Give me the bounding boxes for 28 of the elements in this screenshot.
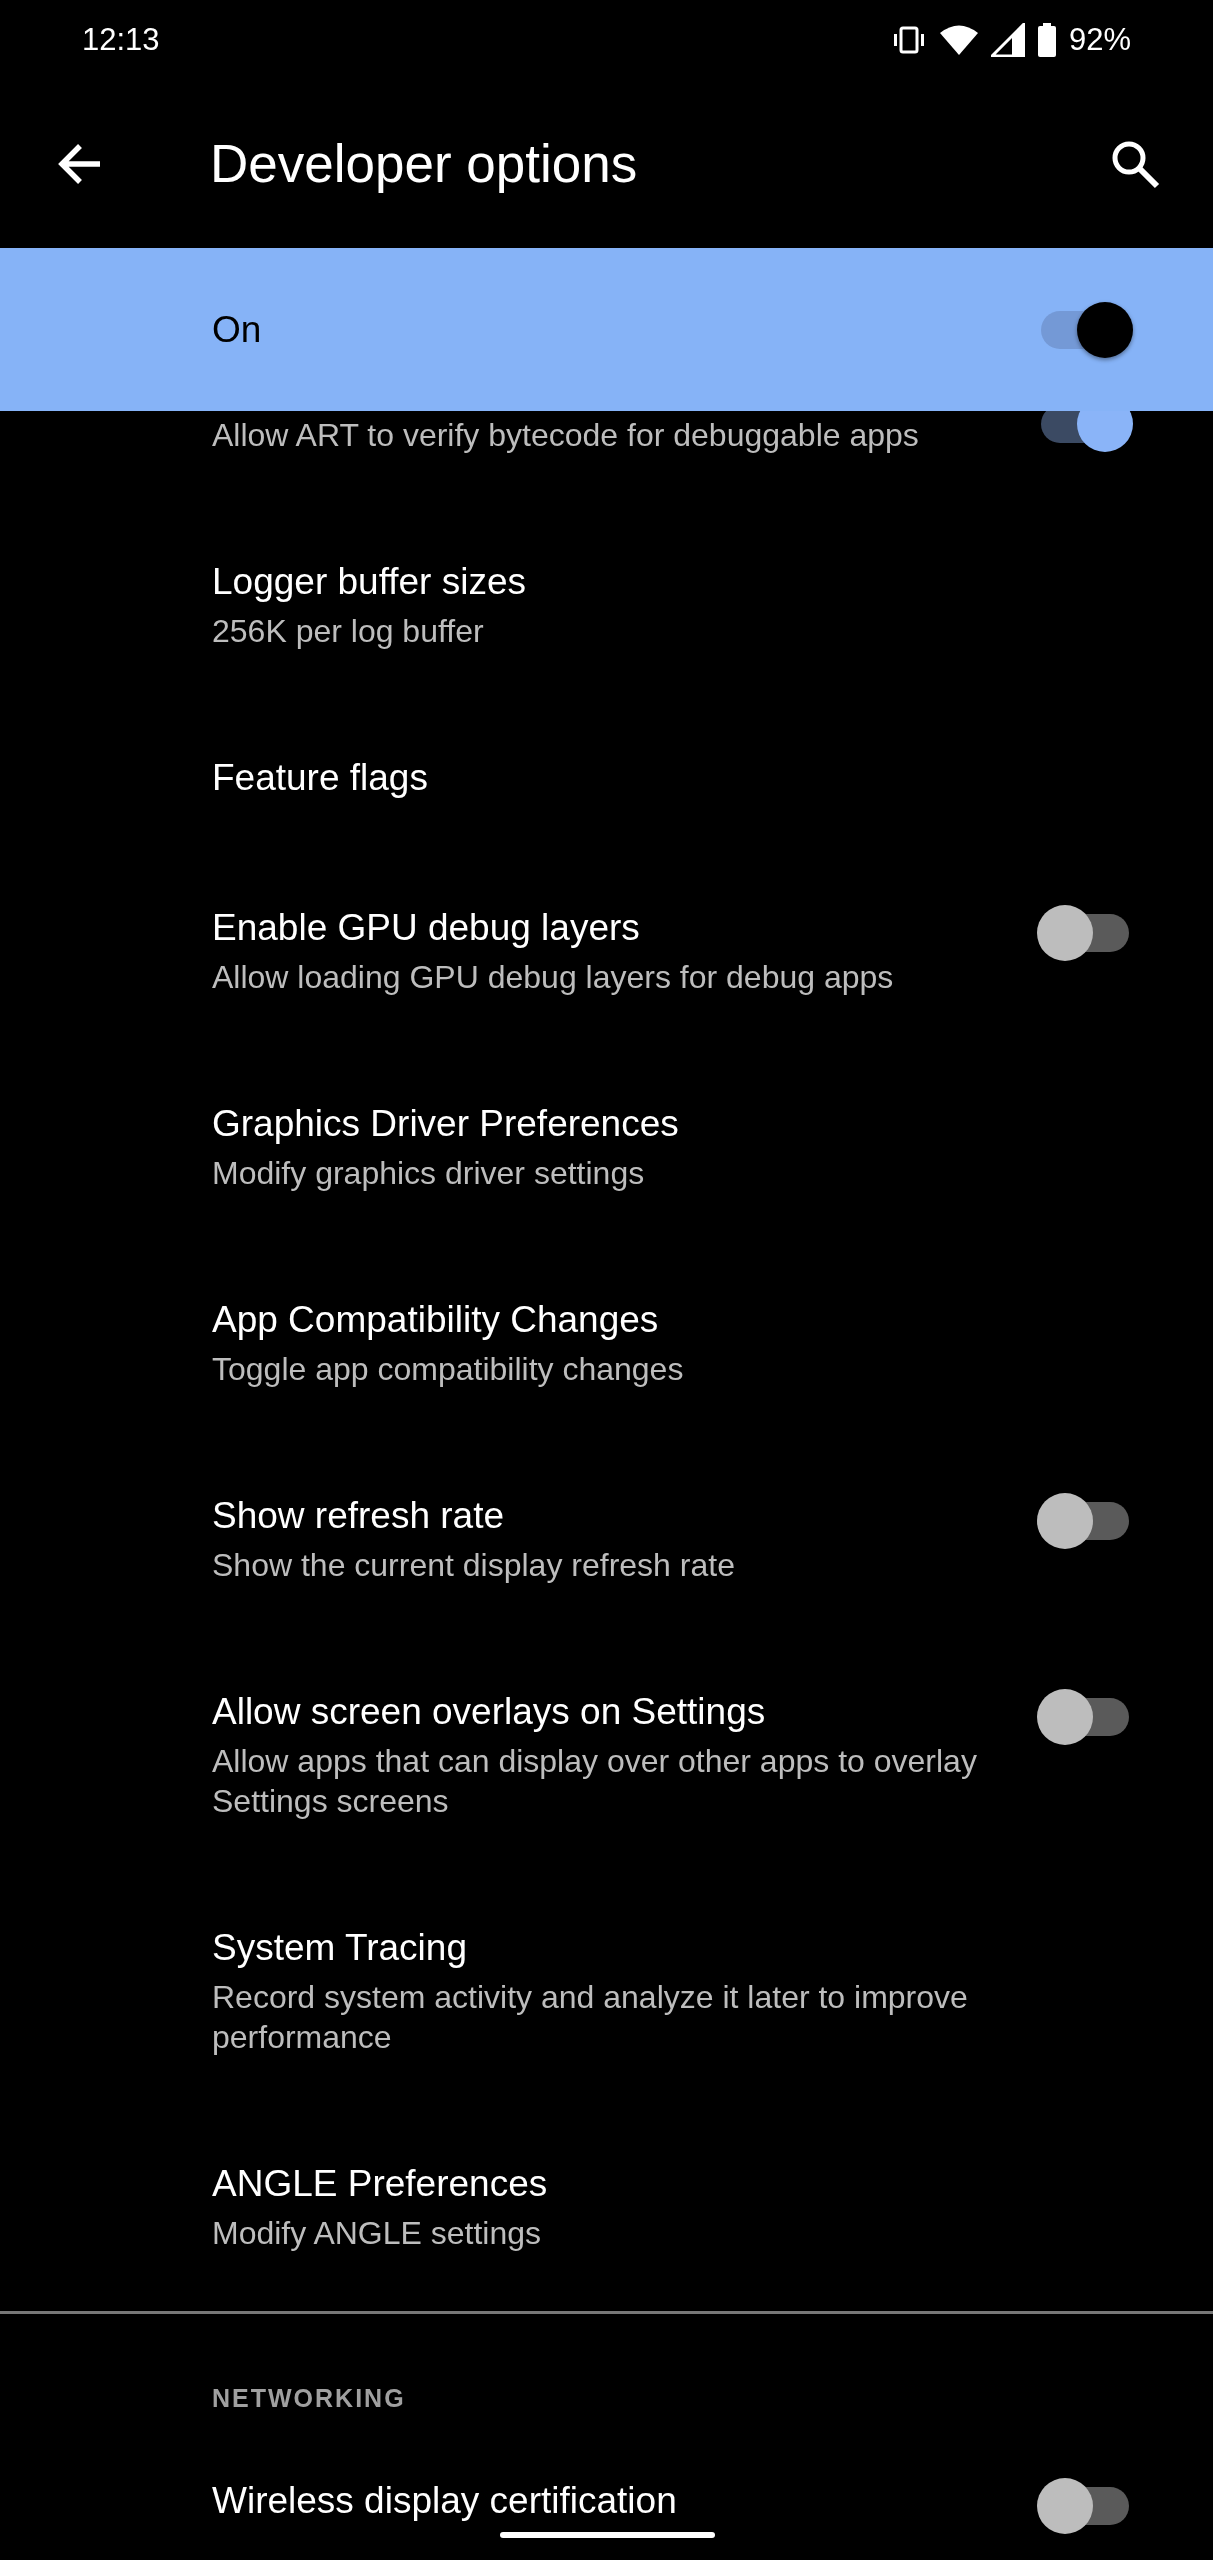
battery-percent: 92% [1068, 20, 1131, 59]
clock-time: 12:13 [82, 20, 160, 59]
setting-summary: Toggle app compatibility changes [212, 1350, 685, 1389]
setting-title[interactable]: Feature flags [212, 755, 977, 801]
setting-summary: Allow apps that can display over other apps to overlay Settings screens [212, 1742, 977, 1821]
gesture-handle[interactable] [500, 2532, 715, 2538]
setting-summary: Record system activity and analyze it later to improve performance [212, 1978, 969, 2057]
setting-title[interactable]: Wireless display certification [212, 2478, 977, 2524]
setting-summary: 256K per log buffer [212, 612, 485, 651]
setting-title[interactable]: ANGLE Preferences [212, 2161, 977, 2207]
master-switch-label: On [212, 307, 263, 352]
setting-title[interactable]: Graphics Driver Preferences [212, 1101, 977, 1147]
wifi-icon [938, 24, 979, 56]
section-header: NETWORKING [211, 2383, 407, 2414]
setting-summary: Allow loading GPU debug layers for debug apps [212, 958, 895, 997]
setting-summary: Modify graphics driver settings [212, 1154, 646, 1193]
setting-title[interactable]: Allow screen overlays on Settings [212, 1689, 977, 1735]
page-title: Developer options [210, 133, 639, 196]
setting-title[interactable]: System Tracing [212, 1925, 977, 1971]
setting-title[interactable]: Logger buffer sizes [212, 559, 977, 605]
setting-title[interactable]: App Compatibility Changes [212, 1297, 977, 1343]
battery-icon [1036, 23, 1057, 57]
signal-icon [990, 23, 1025, 57]
setting-summary: Modify ANGLE settings [212, 2214, 543, 2253]
setting-title[interactable]: Show refresh rate [212, 1493, 977, 1539]
setting-title[interactable]: Enable GPU debug layers [212, 905, 977, 951]
setting-summary: Allow ART to verify bytecode for debuggable apps [212, 416, 920, 455]
setting-summary: Show the current display refresh rate [212, 1546, 736, 1585]
